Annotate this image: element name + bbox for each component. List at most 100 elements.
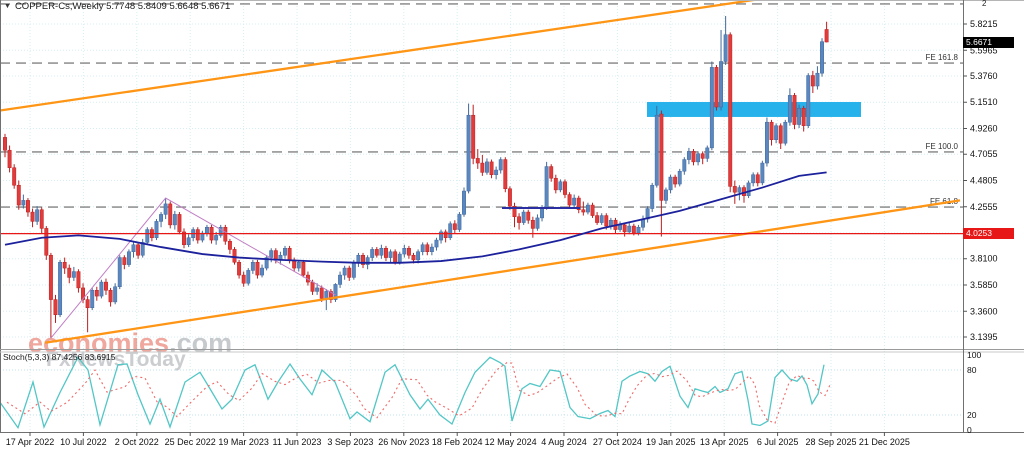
candle [673,176,678,185]
trendline-upper-channel[interactable] [0,0,757,112]
candle [402,247,407,255]
candle [388,251,393,258]
candle [420,244,425,252]
candle [342,267,347,276]
candle [517,216,522,223]
candle [159,214,164,222]
candle [250,261,255,271]
candle [347,267,352,278]
candle [595,215,600,223]
date-axis-label: 10 Jul 2022 [60,437,107,447]
resistance-box[interactable] [647,102,861,117]
candle [627,225,632,233]
candle [232,249,237,263]
candle [553,177,558,191]
candle [416,251,421,261]
price-axis-label: 3.1395 [970,332,998,342]
candle [471,114,476,159]
candle [792,95,797,125]
candle [526,211,531,221]
candle [269,250,274,258]
date-axis-label: 19 Mar 2023 [218,437,269,447]
candle [585,204,590,213]
candle [58,261,63,316]
date-axis-label: 19 Jan 2025 [646,437,696,447]
candle [677,170,682,185]
candle [751,174,756,184]
candle [136,244,141,256]
candle [650,184,655,209]
candle [287,247,292,261]
trendline-lower-channel[interactable] [44,199,961,344]
candle [85,299,90,309]
candle [448,223,453,238]
candle [44,228,49,256]
candle [145,229,150,243]
candle [452,223,457,230]
chart-title: ▼ COPPER-Cs,Weekly 5.7748 5.8409 5.6648 5… [4,1,230,12]
candle [62,261,67,269]
candle [636,226,641,234]
candle [494,169,499,175]
candle [30,211,35,222]
collapse-arrow-icon[interactable]: ▼ [4,3,11,10]
price-axis-label: 3.8100 [970,254,998,264]
candle [379,247,384,256]
candle [521,211,526,223]
candle [535,217,540,229]
candle [113,286,118,303]
candle [411,254,416,261]
candle [195,229,200,241]
candle [599,215,604,223]
date-axis-label: 26 Nov 2023 [378,437,429,447]
date-axis-label: 11 Jun 2023 [273,437,322,447]
candle [260,267,264,276]
price-axis-label: 4.9260 [970,124,998,134]
candle [406,247,411,256]
candle [530,219,535,229]
candle [806,75,811,126]
candle [764,121,769,164]
candle [310,281,315,292]
candle [71,271,76,278]
candles-layer [3,16,829,339]
ma-line [4,171,827,264]
candle [668,176,673,191]
price-axis-label: 3.5850 [970,280,998,290]
candle [686,151,691,160]
candle [746,182,751,196]
candle [26,200,30,213]
price-axis-label: 4.4805 [970,175,998,185]
candle [549,166,554,179]
date-axis-label: 6 Jul 2025 [757,437,799,447]
candle [769,121,774,140]
date-axis-label: 27 Oct 2024 [593,437,642,447]
candle [705,147,710,159]
candle [778,125,783,144]
candle [21,200,26,206]
candle [117,257,122,288]
candle [797,107,802,125]
date-axis-label: 21 Dec 2025 [859,437,910,447]
candle [714,67,719,108]
date-axis-label: 18 Feb 2024 [432,437,483,447]
stoch-axis-label: 100 [967,350,981,360]
candle [205,226,209,234]
candle [443,231,448,238]
candle [131,244,136,252]
price-axis-label: 5.3760 [970,71,998,81]
candle [3,137,7,151]
candle [590,204,595,216]
candle [604,215,609,227]
candle [480,162,485,173]
candle [498,159,503,171]
candle [76,271,81,289]
candle [53,299,58,316]
candle [507,188,512,207]
candle [462,190,466,215]
candle [7,149,12,168]
price-chart-canvas[interactable]: economies.com FxNewsToday FE 161.8FE 100… [0,0,1024,449]
candle [67,267,72,278]
candle [108,290,113,303]
candle [737,187,742,193]
